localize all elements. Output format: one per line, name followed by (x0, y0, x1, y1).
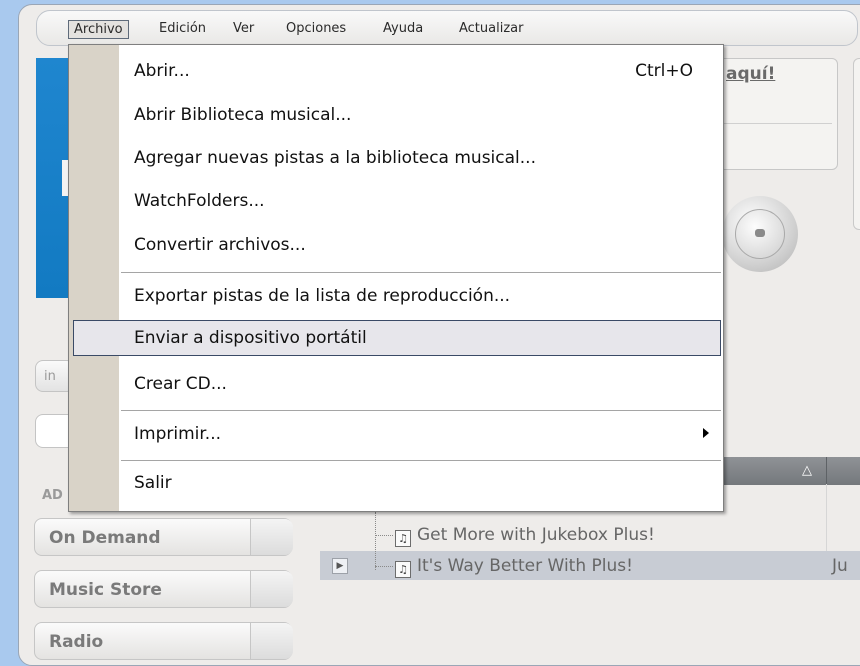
play-arrow-icon[interactable]: ▶ (332, 558, 348, 574)
tree-line (375, 566, 393, 567)
nav-label: Radio (49, 632, 104, 652)
tree-line (375, 535, 393, 536)
track-item[interactable]: ♫ It's Way Better With Plus! (395, 556, 633, 578)
menu-item-label: Abrir Biblioteca musical... (134, 105, 352, 125)
menu-ayuda[interactable]: Ayuda (383, 21, 423, 36)
menu-item-salir[interactable]: Salir (119, 466, 723, 502)
nav-label: Music Store (49, 580, 162, 600)
nav-side-square[interactable] (250, 571, 293, 607)
nav-music-store-button[interactable]: Music Store (34, 570, 293, 608)
archivo-dropdown-menu: Abrir... Ctrl+O Abrir Biblioteca musical… (68, 44, 724, 512)
app-window: Archivo Edición Ver Opciones Ayuda Actua… (0, 0, 860, 666)
menu-item-label: WatchFolders... (134, 191, 265, 211)
menu-item-watchfolders[interactable]: WatchFolders... (119, 184, 723, 220)
track-item[interactable]: ♫ Get More with Jukebox Plus! (395, 525, 655, 547)
menu-item-label: Agregar nuevas pistas a la biblioteca mu… (134, 148, 536, 168)
menu-item-label: Crear CD... (134, 374, 227, 394)
menu-item-abrir-biblioteca[interactable]: Abrir Biblioteca musical... (119, 98, 723, 134)
banner-link[interactable]: aquí! (726, 64, 775, 84)
menu-archivo[interactable]: Archivo (68, 20, 129, 39)
menu-item-abrir[interactable]: Abrir... Ctrl+O (119, 54, 723, 90)
menu-separator (121, 272, 721, 273)
menu-item-label: Enviar a dispositivo portátil (134, 328, 367, 348)
menu-item-enviar-dispositivo[interactable]: Enviar a dispositivo portátil (73, 320, 721, 356)
menu-edicion[interactable]: Edición (159, 21, 206, 36)
track-title: It's Way Better With Plus! (417, 556, 633, 576)
menu-item-shortcut: Ctrl+O (635, 61, 693, 81)
menu-item-convertir[interactable]: Convertir archivos... (119, 228, 723, 264)
stop-icon (755, 229, 765, 237)
nav-side-square[interactable] (250, 519, 293, 555)
nav-label: On Demand (49, 528, 161, 548)
menu-item-label: Convertir archivos... (134, 235, 306, 255)
column-header-2[interactable] (827, 457, 860, 485)
menu-gutter (69, 45, 119, 511)
menu-opciones[interactable]: Opciones (286, 21, 346, 36)
music-note-icon: ♫ (395, 561, 411, 578)
menu-separator (121, 460, 721, 461)
menu-item-exportar[interactable]: Exportar pistas de la lista de reproducc… (119, 279, 723, 315)
nav-on-demand-button[interactable]: On Demand (34, 518, 293, 556)
menu-item-label: Abrir... (134, 61, 190, 81)
track-extra-column: Ju (832, 556, 848, 576)
menu-actualizar[interactable]: Actualizar (459, 21, 523, 36)
nav-side-square[interactable] (250, 623, 293, 659)
menu-separator (121, 410, 721, 411)
menu-item-crear-cd[interactable]: Crear CD... (119, 367, 723, 403)
menu-item-label: Salir (134, 473, 172, 493)
sidebar-section-label: AD (42, 488, 63, 503)
menu-item-label: Exportar pistas de la lista de reproducc… (134, 286, 511, 306)
menu-ver[interactable]: Ver (233, 21, 254, 36)
track-title: Get More with Jukebox Plus! (417, 525, 655, 545)
submenu-arrow-icon (703, 428, 709, 438)
music-note-icon: ♫ (395, 530, 411, 547)
menu-item-label: Imprimir... (134, 424, 222, 444)
right-panel (853, 58, 860, 230)
sort-triangle-icon: △ (802, 463, 812, 478)
menu-item-imprimir[interactable]: Imprimir... (119, 417, 723, 453)
menu-item-agregar-pistas[interactable]: Agregar nuevas pistas a la biblioteca mu… (119, 141, 723, 177)
nav-radio-button[interactable]: Radio (34, 622, 293, 660)
tree-line (375, 512, 376, 570)
